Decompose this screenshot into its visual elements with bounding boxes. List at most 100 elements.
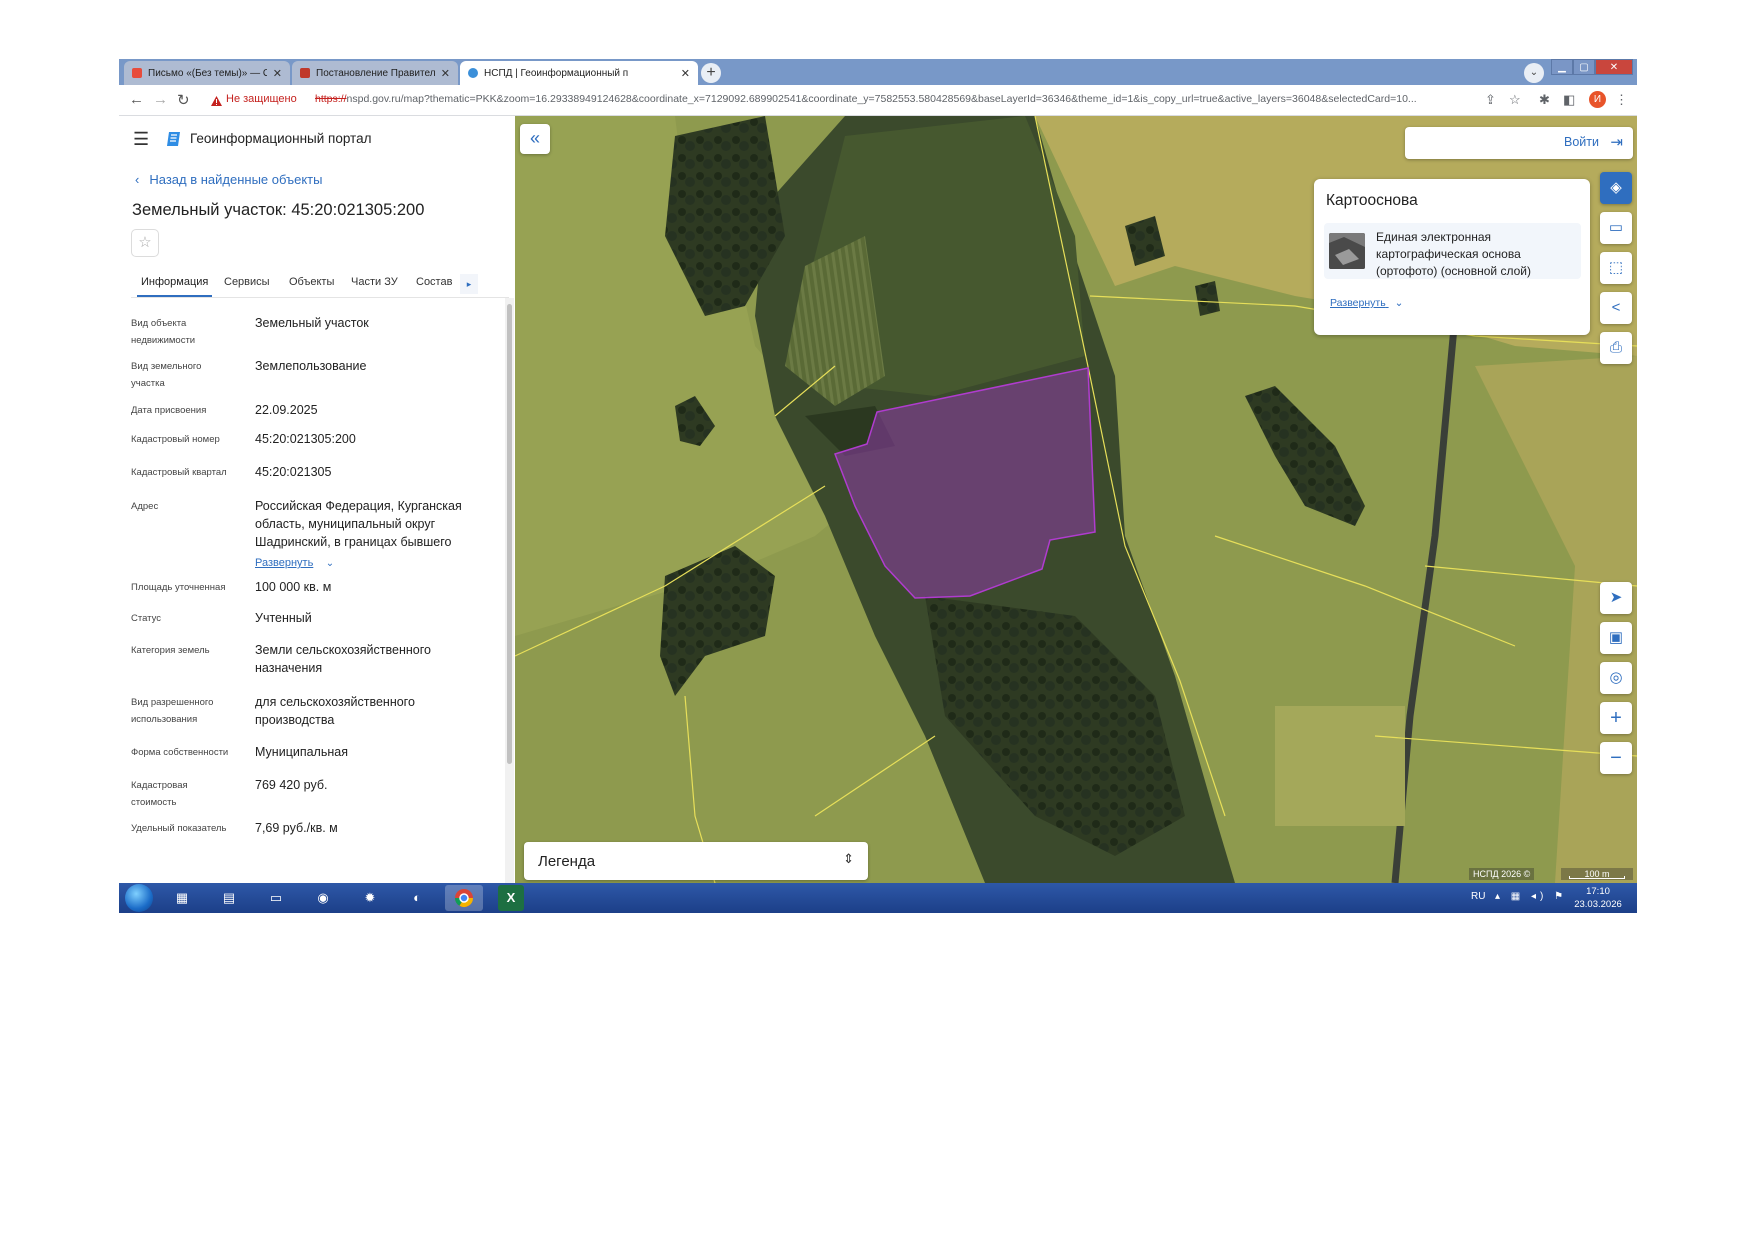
basemap-expand-label: Развернуть <box>1330 297 1386 309</box>
field-label: Кадастровая стоимость <box>131 780 188 808</box>
tab-label: Постановление Правительства <box>316 67 435 79</box>
field-value: Земельный участок <box>255 316 369 330</box>
security-status[interactable]: Не защищено <box>226 93 297 105</box>
field-value: Муниципальная <box>255 745 348 759</box>
hamburger-menu-icon[interactable]: ☰ <box>133 130 149 148</box>
login-button[interactable]: Войти ⇥ <box>1405 127 1633 159</box>
clock-date[interactable]: 23.03.2026 <box>1571 899 1625 910</box>
url-field[interactable]: https://nspd.gov.ru/map?thematic=PKK&zoo… <box>315 93 1580 105</box>
field-value: Земли сельскохозяйственного назначения <box>255 643 431 675</box>
search-location-icon[interactable]: ◎ <box>1600 662 1632 694</box>
select-area-icon[interactable]: ⬚ <box>1600 252 1632 284</box>
field-label: Площадь уточненная <box>131 582 226 593</box>
close-icon[interactable]: ✕ <box>441 67 450 80</box>
new-tab-button[interactable]: + <box>701 63 721 83</box>
chevron-updown-icon: ⇕ <box>843 851 854 866</box>
basemap-layer-item[interactable]: Единая электронная картографическая осно… <box>1324 223 1581 279</box>
field-label: Кадастровый номер <box>131 434 220 445</box>
field-value: 45:20:021305:200 <box>255 432 356 446</box>
tab-information[interactable]: Информация <box>137 273 213 297</box>
parcel-title: Земельный участок: 45:20:021305:200 <box>132 201 425 219</box>
ruler-icon[interactable]: ▭ <box>1600 212 1632 244</box>
tab-parts[interactable]: Части ЗУ <box>351 273 398 295</box>
basemap-expand-link[interactable]: Развернуть ⌄ <box>1330 297 1403 309</box>
panel-scrollbar-thumb[interactable] <box>507 304 512 764</box>
folder-icon[interactable]: ▭ <box>257 885 295 911</box>
map-view[interactable]: « Войти ⇥ Картооснова Единая электронная… <box>515 116 1637 883</box>
extensions-icon[interactable]: ✱ <box>1539 92 1550 108</box>
window-close-button[interactable]: ✕ <box>1595 59 1633 75</box>
back-arrow-icon[interactable]: ← <box>129 91 144 108</box>
field-value: Российская Федерация, Курганская область… <box>255 499 462 549</box>
map-scale: 100 m <box>1561 868 1633 880</box>
bookmark-star-icon[interactable]: ☆ <box>1509 92 1521 108</box>
tab-search-button[interactable]: ⌄ <box>1524 63 1544 83</box>
system-tray-icons[interactable]: ▴ ▦ ◂) ⚑ <box>1495 891 1567 902</box>
layers-icon[interactable]: ◈ <box>1600 172 1632 204</box>
chevron-down-icon: ⌄ <box>325 558 335 569</box>
legend-dropdown[interactable]: Легенда ⇕ <box>524 842 868 880</box>
field-value: для сельскохозяйственного производства <box>255 695 415 727</box>
more-menu-icon[interactable]: ⋮ <box>1615 92 1628 108</box>
tab-label: Письмо «(Без темы)» — Отде <box>148 67 267 79</box>
zoom-out-icon[interactable]: − <box>1600 742 1632 774</box>
share-icon[interactable]: < <box>1600 292 1632 324</box>
screen: Письмо «(Без темы)» — Отде ✕ Постановлен… <box>119 59 1637 913</box>
basemap-card: Картооснова Единая электронная картограф… <box>1314 179 1590 335</box>
field-label: Адрес <box>131 501 159 512</box>
login-label: Войти <box>1564 135 1599 149</box>
url-path: nspd.gov.ru/map?thematic=PKK&zoom=16.293… <box>346 93 1417 105</box>
field-label: Вид земельного участка <box>131 361 202 389</box>
field-label: Статус <box>131 613 162 624</box>
tab-document[interactable]: Постановление Правительства ✕ <box>292 61 458 85</box>
field-value: 769 420 руб. <box>255 778 328 792</box>
taskbar-app-icon[interactable]: ▤ <box>210 885 248 911</box>
browser-tab-bar: Письмо «(Без темы)» — Отде ✕ Постановлен… <box>119 59 1637 85</box>
warning-icon <box>211 93 222 106</box>
tab-composition[interactable]: Состав <box>416 273 452 295</box>
print-icon[interactable]: ⎙ <box>1600 332 1632 364</box>
profile-avatar[interactable]: И <box>1589 91 1606 108</box>
map-attribution: НСПД 2026 © <box>1469 868 1535 880</box>
favorite-star-icon[interactable]: ☆ <box>131 229 159 257</box>
reload-icon[interactable]: ↻ <box>177 91 190 109</box>
tab-mail[interactable]: Письмо «(Без темы)» — Отде ✕ <box>124 61 290 85</box>
side-panel-icon[interactable]: ◧ <box>1563 92 1575 108</box>
close-icon[interactable]: ✕ <box>273 67 282 80</box>
forward-arrow-icon[interactable]: → <box>153 91 168 108</box>
portal-logo-icon <box>166 131 182 147</box>
start-button-icon[interactable] <box>125 884 153 912</box>
chevron-down-icon: ⌄ <box>1394 297 1404 309</box>
tab-label: НСПД | Геоинформационный п <box>484 67 629 79</box>
excel-icon[interactable]: X <box>498 885 524 911</box>
language-indicator[interactable]: RU <box>1471 891 1485 902</box>
portal-title[interactable]: Геоинформационный портал <box>190 131 371 146</box>
url-scheme: https:// <box>315 93 347 105</box>
field-value: Землепользование <box>255 359 367 373</box>
minimize-button[interactable]: ▁ <box>1551 59 1573 75</box>
field-label: Форма собственности <box>131 747 229 758</box>
taskbar-app-icon[interactable]: ✹ <box>351 885 389 911</box>
clock-time[interactable]: 17:10 <box>1571 886 1625 897</box>
minimap-icon[interactable]: ▣ <box>1600 622 1632 654</box>
taskbar-app-icon[interactable]: ▦ <box>163 885 201 911</box>
taskbar-app-icon[interactable]: ◉ <box>304 885 342 911</box>
tabs-next-arrow-icon[interactable]: ▸ <box>460 274 478 294</box>
tab-objects[interactable]: Объекты <box>289 273 334 295</box>
tab-portal[interactable]: НСПД | Геоинформационный п ✕ <box>460 61 698 85</box>
scale-bar <box>1569 876 1625 879</box>
share-page-icon[interactable]: ⇪ <box>1485 92 1496 108</box>
geolocation-icon[interactable]: ➤ <box>1600 582 1632 614</box>
collapse-panel-button[interactable]: « <box>520 124 550 154</box>
back-to-results-link[interactable]: ‹ Назад в найденные объекты <box>135 172 322 187</box>
login-arrow-icon: ⇥ <box>1610 134 1623 151</box>
close-icon[interactable]: ✕ <box>681 67 690 80</box>
address-expand-link[interactable]: Развернуть ⌄ <box>255 553 334 571</box>
chrome-icon[interactable] <box>445 885 483 911</box>
field-label: Категория земель <box>131 645 210 656</box>
maximize-button[interactable]: ▢ <box>1573 59 1595 75</box>
legend-label: Легенда <box>538 853 596 870</box>
tab-services[interactable]: Сервисы <box>224 273 270 295</box>
taskbar-app-icon[interactable]: ◐ <box>398 885 436 911</box>
zoom-in-icon[interactable]: + <box>1600 702 1632 734</box>
